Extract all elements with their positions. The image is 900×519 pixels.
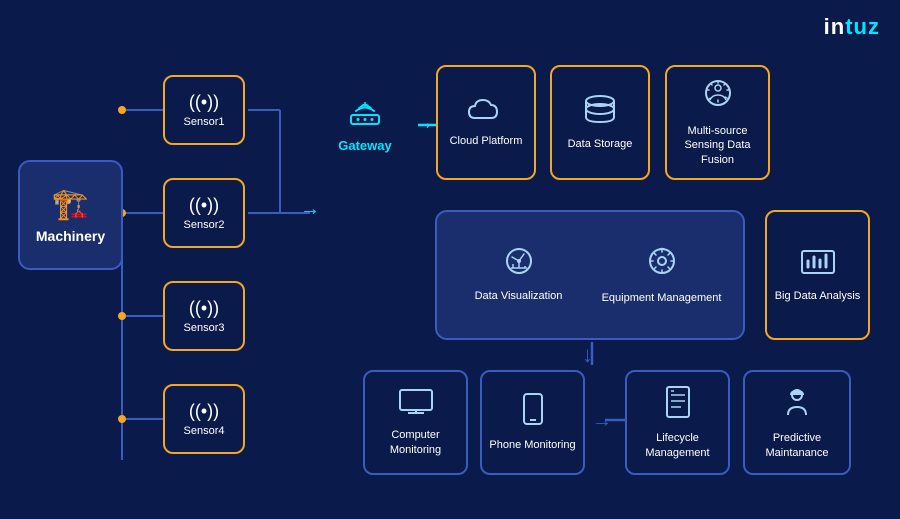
bigdata-icon: [800, 247, 836, 284]
multisource-label: Multi-source Sensing Data Fusion: [667, 124, 768, 167]
equipment-card: Equipment Management: [602, 244, 722, 305]
equipment-icon: [645, 244, 679, 285]
multisource-card: Multi-source Sensing Data Fusion: [665, 65, 770, 180]
arrow-bottom-to-right: →: [592, 410, 612, 433]
equipment-label: Equipment Management: [602, 291, 722, 305]
bigdata-label: Big Data Analysis: [775, 289, 861, 303]
arrow-down-to-bottom: ↓: [582, 342, 593, 368]
computer-monitoring-label: Computer Monitoring: [365, 428, 466, 457]
machinery-box: 🏗️ Machinery: [18, 160, 123, 270]
logo-in: in: [824, 14, 846, 39]
sensor4-box: ((•)) Sensor4: [163, 384, 245, 454]
sensor2-icon: ((•)): [189, 195, 219, 216]
sensor1-label: Sensor1: [184, 116, 225, 128]
arrow-sensor-gateway: →: [300, 198, 320, 221]
sensor3-box: ((•)) Sensor3: [163, 281, 245, 351]
predictive-label: Predictive Maintanance: [745, 431, 849, 460]
arrow-gateway-cloud: →: [414, 112, 434, 135]
data-storage-label: Data Storage: [568, 137, 633, 151]
data-storage-icon: [582, 93, 618, 132]
multisource-icon: [700, 78, 736, 119]
computer-monitoring-card: Computer Monitoring: [363, 370, 468, 475]
intuz-logo: intuz: [824, 14, 880, 40]
predictive-card: Predictive Maintanance: [743, 370, 851, 475]
machinery-icon: 🏗️: [52, 187, 89, 222]
computer-monitoring-icon: [398, 388, 434, 423]
machinery-label: Machinery: [36, 228, 105, 244]
sensor4-label: Sensor4: [184, 425, 225, 437]
lifecycle-icon: [663, 385, 693, 426]
middle-card-group: Data Visualization Equipment Management: [435, 210, 745, 340]
cloud-platform-label: Cloud Platform: [450, 134, 523, 148]
sensor1-box: ((•)) Sensor1: [163, 75, 245, 145]
phone-monitoring-label: Phone Monitoring: [489, 438, 575, 452]
sensor4-icon: ((•)): [189, 401, 219, 422]
dataviz-icon: [502, 246, 536, 283]
sensor2-label: Sensor2: [184, 219, 225, 231]
sensor2-box: ((•)) Sensor2: [163, 178, 245, 248]
phone-monitoring-icon: [522, 392, 544, 433]
phone-monitoring-card: Phone Monitoring: [480, 370, 585, 475]
gateway-box: Gateway: [320, 88, 410, 163]
bigdata-card: Big Data Analysis: [765, 210, 870, 340]
lifecycle-label: Lifecycle Management: [627, 431, 728, 460]
gateway-icon: [347, 99, 383, 134]
sensor1-icon: ((•)): [189, 92, 219, 113]
logo-tuz: tuz: [845, 14, 880, 39]
predictive-icon: [780, 385, 814, 426]
sensor3-icon: ((•)): [189, 298, 219, 319]
dataviz-card: Data Visualization: [459, 246, 579, 303]
data-storage-card: Data Storage: [550, 65, 650, 180]
dataviz-label: Data Visualization: [475, 289, 563, 303]
lifecycle-card: Lifecycle Management: [625, 370, 730, 475]
gateway-label: Gateway: [338, 138, 391, 153]
sensor3-label: Sensor3: [184, 322, 225, 334]
cloud-platform-card: Cloud Platform: [436, 65, 536, 180]
cloud-platform-icon: [467, 96, 505, 129]
